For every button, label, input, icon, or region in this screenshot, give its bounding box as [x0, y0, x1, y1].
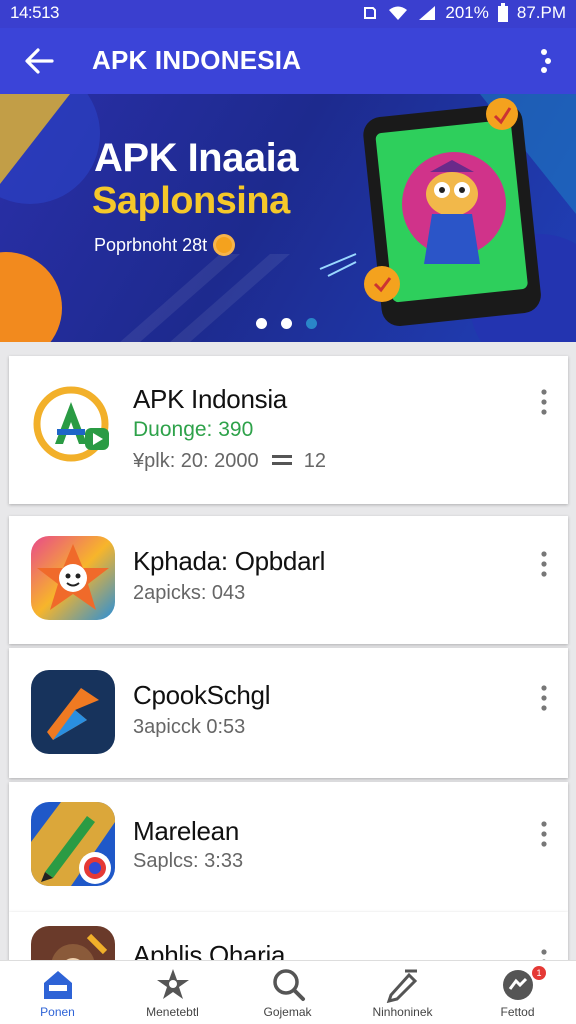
sync-icon	[364, 7, 377, 19]
profile-icon	[503, 970, 533, 1000]
pen-logo-icon	[31, 802, 115, 886]
banner-subheadline: Saplonsina	[92, 180, 290, 222]
promo-banner[interactable]: APK Inaaia Saplonsina Poprbnoht 28t	[0, 94, 576, 342]
app-meta: 2apicks: 043	[133, 582, 246, 604]
arrow-logo-icon	[31, 670, 115, 754]
app-meta: 3apicck 0:53	[133, 716, 246, 738]
more-vert-icon[interactable]	[538, 684, 550, 712]
app-bar: APK INDONESIA	[0, 28, 576, 94]
app-name: Marelean	[133, 816, 239, 846]
signal-icon	[419, 6, 436, 20]
app-card[interactable]: APK Indonsia Duonge: 390 ¥plk: 20: 2000 …	[9, 356, 568, 504]
nav-label: Gojemak	[263, 1005, 312, 1019]
status-bar: 14:513 201% 87.PM	[0, 0, 576, 28]
nav-label: Menetebtl	[146, 1005, 199, 1019]
nav-label: Fettod	[500, 1005, 535, 1019]
bottom-navigation: Ponen Menetebtl Gojemak Ninhoninek 1 Fet…	[0, 960, 576, 1024]
coin-icon	[213, 234, 236, 256]
more-vert-icon[interactable]	[538, 550, 550, 578]
app-highlight: Duonge: 390	[133, 418, 254, 441]
list-icon	[272, 455, 293, 465]
apk-indonesia-logo-icon	[31, 382, 115, 466]
page-title: APK INDONESIA	[92, 45, 302, 75]
app-meta: ¥plk: 20: 2000	[133, 450, 259, 472]
battery-icon	[497, 3, 508, 22]
nav-item-featured[interactable]: Menetebtl	[115, 961, 230, 1024]
nav-label: Ninhoninek	[372, 1005, 433, 1019]
status-time: 14:513	[10, 3, 60, 22]
app-card[interactable]: Marelean Saplcs: 3:33	[9, 782, 568, 912]
nav-item-home[interactable]: Ponen	[0, 961, 115, 1024]
search-icon	[273, 969, 305, 1001]
nav-item-search[interactable]: Gojemak	[230, 961, 345, 1024]
battery-percent: 201%	[445, 3, 489, 22]
nav-item-edit[interactable]: Ninhoninek	[345, 961, 460, 1024]
pager-dot[interactable]	[306, 318, 317, 329]
notification-badge: 1	[532, 966, 546, 980]
app-card[interactable]: CpookSchgl 3apicck 0:53	[9, 648, 568, 778]
home-icon	[44, 971, 72, 999]
app-extra: 12	[303, 450, 327, 472]
banner-caption: Poprbnoht 28t	[94, 234, 208, 255]
arrow-left-icon[interactable]	[22, 44, 56, 78]
app-meta-row: ¥plk: 20: 2000 12	[133, 450, 326, 473]
app-name: CpookSchgl	[133, 680, 271, 710]
star-person-icon	[157, 969, 189, 999]
status-icons: 201% 87.PM	[361, 3, 566, 23]
banner-headline: APK Inaaia	[94, 136, 298, 180]
app-name: APK Indonsia	[133, 384, 287, 414]
pager-dot[interactable]	[281, 318, 292, 329]
nav-label: Ponen	[40, 1005, 75, 1019]
more-vert-icon[interactable]	[538, 820, 550, 848]
banner-caption-row: Poprbnoht 28t	[94, 234, 236, 256]
star-character-icon	[31, 536, 115, 620]
app-card[interactable]: Kphada: Opbdarl 2apicks: 043	[9, 516, 568, 644]
wifi-icon	[389, 6, 408, 20]
banner-pager	[256, 318, 317, 329]
more-vert-icon[interactable]	[536, 44, 556, 78]
nav-item-profile[interactable]: 1 Fettod	[460, 961, 575, 1024]
app-meta: Saplcs: 3:33	[133, 850, 244, 872]
phone-illustration	[363, 98, 541, 326]
pen-icon	[386, 969, 418, 1003]
pager-dot[interactable]	[256, 318, 267, 329]
status-clock: 87.PM	[516, 3, 566, 22]
more-vert-icon[interactable]	[538, 388, 550, 416]
app-name: Kphada: Opbdarl	[133, 546, 326, 576]
